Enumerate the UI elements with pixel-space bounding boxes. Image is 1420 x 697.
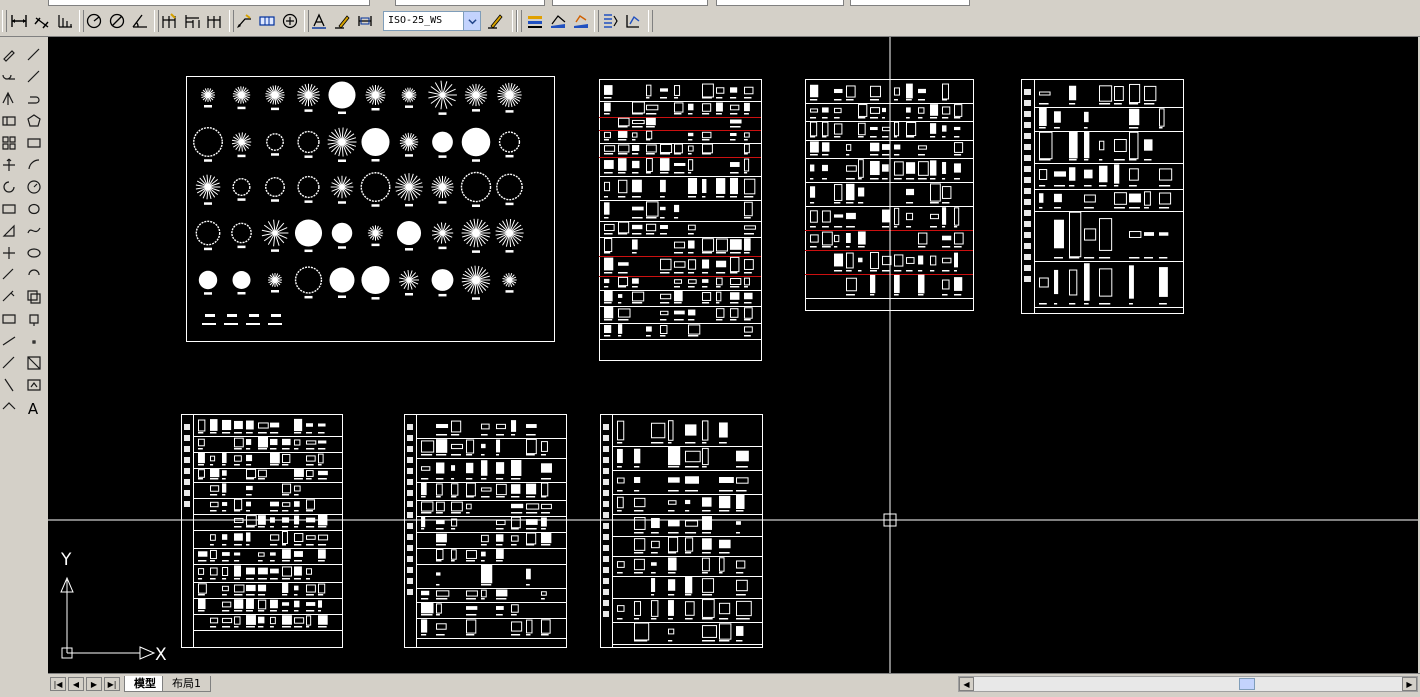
angular-dimension-icon[interactable] <box>129 10 151 32</box>
ordinate-dimension-icon[interactable] <box>54 10 76 32</box>
first-tab-button[interactable]: |◀ <box>50 677 66 691</box>
sheet-kitchen-d <box>181 414 343 648</box>
model-space-canvas[interactable]: X Y <box>48 37 1418 673</box>
dimension-style-value: ISO-25_WS <box>388 15 443 26</box>
layer-translate-icon[interactable] <box>599 10 621 32</box>
dimension-style-manager-icon[interactable] <box>484 10 506 32</box>
last-tab-button[interactable]: ▶| <box>104 677 120 691</box>
layout-tabs-bar: |◀ ◀ ▶ ▶| 模型 布局1 ◀ ▶ <box>48 673 1420 697</box>
ucs-icon: X Y <box>60 550 167 665</box>
continue-dimension-icon[interactable] <box>204 10 226 32</box>
multiline-text-tool[interactable]: A <box>23 399 43 419</box>
tolerance-icon[interactable] <box>256 10 278 32</box>
sheet-furniture-a <box>599 79 762 361</box>
ucs-y-label: Y <box>60 550 72 570</box>
sheet-cabinets-b <box>805 79 974 311</box>
cursor-crosshair <box>48 37 1418 673</box>
text-tool-label: A <box>27 400 39 418</box>
next-tab-button[interactable]: ▶ <box>86 677 102 691</box>
toolbar-grip[interactable] <box>2 10 7 32</box>
tab-model[interactable]: 模型 <box>124 676 166 692</box>
sheet-plant-symbols <box>186 76 555 342</box>
draw-modify-toolbar: A <box>0 37 47 696</box>
linear-dimension-icon[interactable] <box>8 10 30 32</box>
scroll-thumb[interactable] <box>1239 678 1255 690</box>
layer-properties-icon[interactable] <box>524 10 546 32</box>
drawing-sheets <box>181 76 1184 648</box>
dimension-text-edit-icon[interactable] <box>331 10 353 32</box>
quick-dimension-icon[interactable] <box>158 10 180 32</box>
layer-walk-icon[interactable] <box>622 10 644 32</box>
center-mark-icon[interactable] <box>279 10 301 32</box>
sheet-office-c <box>1021 79 1184 314</box>
radius-dimension-icon[interactable] <box>83 10 105 32</box>
chevron-down-icon[interactable] <box>463 12 480 30</box>
sheet-tables-e <box>404 414 567 648</box>
dimension-toolbar: ISO-25_WS <box>0 6 1420 37</box>
drawing-svg: X Y <box>48 37 1418 673</box>
previous-tab-button[interactable]: ◀ <box>68 677 84 691</box>
scroll-left-arrow[interactable]: ◀ <box>959 677 974 691</box>
dimension-style-dropdown[interactable]: ISO-25_WS <box>383 11 481 31</box>
sheet-sofas-f <box>600 414 763 648</box>
dimension-edit-icon[interactable] <box>308 10 330 32</box>
baseline-dimension-icon[interactable] <box>181 10 203 32</box>
draw-modify-icon-set <box>2 48 41 410</box>
horizontal-scrollbar[interactable]: ◀ ▶ <box>958 676 1418 692</box>
layer-previous-icon[interactable] <box>570 10 592 32</box>
toolbar-separator <box>648 10 653 32</box>
aligned-dimension-icon[interactable] <box>31 10 53 32</box>
quick-leader-icon[interactable] <box>233 10 255 32</box>
tab-layout1[interactable]: 布局1 <box>162 676 211 692</box>
layer-state-icon[interactable] <box>547 10 569 32</box>
scroll-right-arrow[interactable]: ▶ <box>1402 677 1417 691</box>
ucs-x-label: X <box>155 645 167 665</box>
dimension-update-icon[interactable] <box>354 10 376 32</box>
diameter-dimension-icon[interactable] <box>106 10 128 32</box>
toolbar-grip[interactable] <box>517 10 522 32</box>
